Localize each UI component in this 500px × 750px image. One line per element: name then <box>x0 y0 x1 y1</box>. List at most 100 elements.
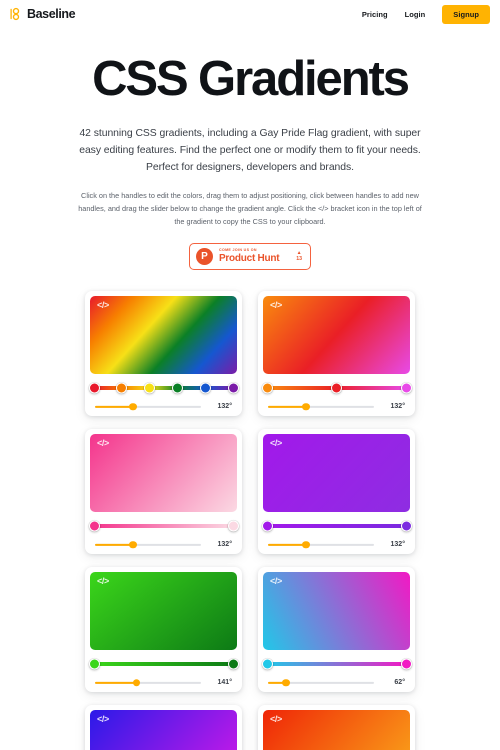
angle-value: 132° <box>390 403 405 411</box>
angle-slider-fill <box>268 543 307 547</box>
product-hunt-wrap: P COME JOIN US ON Product Hunt ▲ 13 <box>0 243 500 271</box>
gradient-preview[interactable]: </> <box>90 296 237 375</box>
color-stop-handle[interactable] <box>261 658 273 670</box>
angle-slider-fill <box>95 543 134 547</box>
gradient-preview[interactable]: </> <box>263 434 410 513</box>
angle-slider-knob[interactable] <box>302 541 310 549</box>
angle-value: 132° <box>390 541 405 549</box>
product-hunt-icon: P <box>196 248 213 266</box>
color-stop-handle[interactable] <box>88 520 100 532</box>
color-stop-handle[interactable] <box>199 382 211 394</box>
product-hunt-badge[interactable]: P COME JOIN US ON Product Hunt ▲ 13 <box>189 243 311 271</box>
angle-control-row: 141° <box>95 677 232 688</box>
color-stop-handle[interactable] <box>116 382 128 394</box>
color-stop-track[interactable] <box>267 662 406 667</box>
gradient-preview[interactable]: </> <box>90 710 237 750</box>
nav-link-pricing[interactable]: Pricing <box>362 10 388 19</box>
hero-subtitle: 42 stunning CSS gradients, including a G… <box>79 127 421 173</box>
color-stop-track[interactable] <box>267 524 406 529</box>
product-hunt-text: COME JOIN US ON Product Hunt <box>219 249 290 264</box>
gradient-card[interactable]: </> 132° <box>258 429 415 555</box>
color-stop-handle[interactable] <box>400 520 412 532</box>
angle-control-row: 132° <box>268 401 405 412</box>
color-stop-track[interactable] <box>94 386 233 391</box>
gradient-card[interactable]: </> 132° <box>85 429 242 555</box>
color-stop-handle[interactable] <box>144 382 156 394</box>
brand-logo[interactable]: Baseline <box>9 7 76 21</box>
color-stop-handle[interactable] <box>331 382 342 394</box>
code-bracket-icon[interactable]: </> <box>270 715 282 724</box>
gradient-preview[interactable]: </> <box>90 434 237 513</box>
nav-link-login[interactable]: Login <box>405 10 426 19</box>
gradient-card[interactable]: </> 132° <box>258 291 415 417</box>
angle-value: 132° <box>217 541 232 549</box>
brand-name: Baseline <box>27 7 76 21</box>
color-stop-handle[interactable] <box>227 658 239 670</box>
angle-slider[interactable] <box>95 401 201 412</box>
angle-control-row: 132° <box>95 539 232 550</box>
color-stop-handle[interactable] <box>88 658 100 670</box>
angle-slider[interactable] <box>268 539 374 550</box>
angle-slider-knob[interactable] <box>129 403 137 411</box>
code-bracket-icon[interactable]: </> <box>270 439 282 448</box>
code-bracket-icon[interactable]: </> <box>97 439 109 448</box>
code-bracket-icon[interactable]: </> <box>97 577 109 586</box>
baseline-logo-icon <box>9 7 23 21</box>
color-stop-handle[interactable] <box>227 520 239 532</box>
navbar: Baseline Pricing Login Signup <box>0 0 500 28</box>
angle-control-row: 62° <box>268 677 405 688</box>
angle-value: 132° <box>217 403 232 411</box>
nav-links: Pricing Login Signup <box>362 4 490 24</box>
gradient-card[interactable]: </> 141° <box>85 567 242 693</box>
color-stop-rail[interactable] <box>88 380 239 396</box>
code-bracket-icon[interactable]: </> <box>270 577 282 586</box>
product-hunt-votes[interactable]: ▲ 13 <box>296 251 302 262</box>
angle-slider-knob[interactable] <box>129 541 137 549</box>
angle-slider-knob[interactable] <box>302 403 310 411</box>
color-stop-handle[interactable] <box>400 658 412 670</box>
color-stop-handle[interactable] <box>261 520 273 532</box>
angle-slider-fill <box>268 405 307 409</box>
color-stop-handle[interactable] <box>171 382 183 394</box>
gradient-preview[interactable]: </> <box>263 572 410 651</box>
gradient-preview[interactable]: </> <box>263 710 410 750</box>
gradient-card[interactable]: </> 132° <box>85 291 242 417</box>
page-title: CSS Gradients <box>92 52 410 106</box>
code-bracket-icon[interactable]: </> <box>97 301 109 310</box>
color-stop-track[interactable] <box>94 662 233 667</box>
gradient-preview[interactable]: </> <box>263 296 410 375</box>
angle-slider-knob[interactable] <box>282 679 290 687</box>
angle-value: 141° <box>217 679 232 687</box>
color-stop-handle[interactable] <box>261 382 273 394</box>
color-stop-rail[interactable] <box>88 656 239 672</box>
color-stop-handle[interactable] <box>227 382 239 394</box>
color-stop-rail[interactable] <box>261 518 412 534</box>
color-stop-handle[interactable] <box>88 382 100 394</box>
hero-instructions: Click on the handles to edit the colors,… <box>78 191 422 227</box>
angle-slider[interactable] <box>95 677 201 688</box>
color-stop-track[interactable] <box>94 524 233 529</box>
hero-section: CSS Gradients 42 stunning CSS gradients,… <box>0 28 500 229</box>
angle-slider[interactable] <box>268 401 374 412</box>
gradient-preview[interactable]: </> <box>90 572 237 651</box>
angle-control-row: 132° <box>268 539 405 550</box>
color-stop-handle[interactable] <box>400 382 412 394</box>
signup-button[interactable]: Signup <box>442 4 490 24</box>
code-bracket-icon[interactable]: </> <box>97 715 109 724</box>
product-hunt-kicker: COME JOIN US ON <box>219 248 257 253</box>
angle-slider-knob[interactable] <box>132 679 141 687</box>
color-stop-rail[interactable] <box>261 380 412 396</box>
color-stop-rail[interactable] <box>88 518 239 534</box>
angle-control-row: 132° <box>95 401 232 412</box>
gradient-card[interactable]: </> 62° <box>258 567 415 693</box>
upvote-count: 13 <box>296 256 302 263</box>
angle-slider[interactable] <box>95 539 201 550</box>
color-stop-rail[interactable] <box>261 656 412 672</box>
product-hunt-title: Product Hunt <box>219 253 280 265</box>
gradient-card[interactable]: </> <box>85 705 242 750</box>
angle-slider[interactable] <box>268 677 374 688</box>
angle-slider-fill <box>95 681 137 685</box>
code-bracket-icon[interactable]: </> <box>270 301 282 310</box>
angle-slider-fill <box>95 405 134 409</box>
gradient-card[interactable]: </> <box>258 705 415 750</box>
